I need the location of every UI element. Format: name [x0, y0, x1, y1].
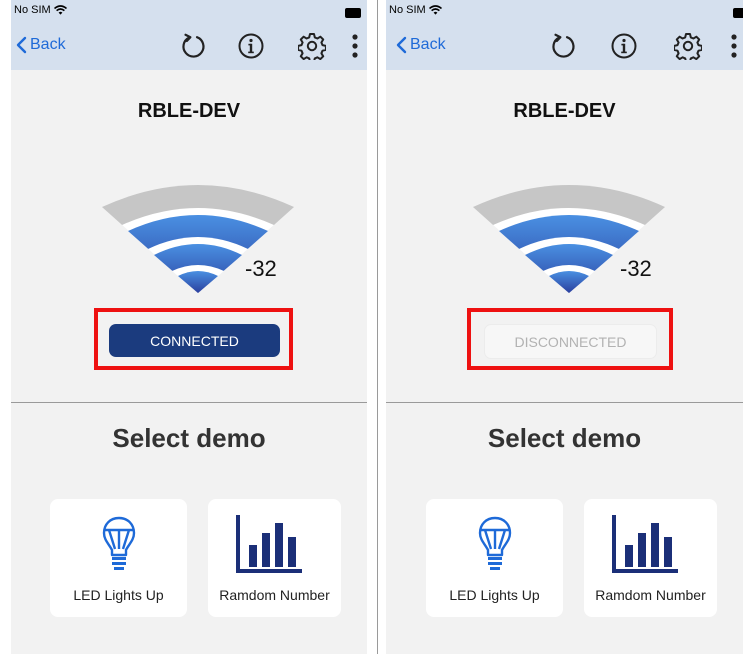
demo-card-random-number[interactable]: Ramdom Number [208, 499, 341, 617]
demo-label-led: LED Lights Up [73, 587, 164, 603]
rssi-value: -32 [620, 256, 652, 281]
chevron-left-icon [396, 36, 407, 54]
refresh-icon[interactable] [549, 32, 577, 60]
demo-card-random-number[interactable]: Ramdom Number [584, 499, 717, 617]
battery-icon [733, 8, 743, 18]
device-panel: RBLE-DEV -32 DISCONNECTED [386, 70, 743, 402]
status-bar: No SIM [386, 0, 743, 24]
nav-bar: Back [386, 24, 743, 70]
info-icon[interactable] [237, 32, 265, 60]
select-demo-title: Select demo [112, 423, 266, 453]
wifi-signal-icon [53, 5, 67, 15]
carrier-indicator: No SIM [389, 4, 442, 16]
screen-divider [377, 0, 378, 654]
demo-label-led: LED Lights Up [449, 587, 540, 603]
demo-panel: Select demo LED Lights Up Ramdom Number [11, 403, 367, 654]
connection-status-button[interactable]: DISCONNECTED [484, 324, 657, 359]
bar-chart-icon [612, 515, 678, 573]
back-button[interactable]: Back [395, 36, 446, 54]
connection-status-button[interactable]: CONNECTED [109, 324, 280, 357]
lightbulb-icon [102, 516, 136, 570]
demo-label-random-number: Ramdom Number [595, 587, 706, 603]
lightbulb-icon [478, 516, 512, 570]
phone-screen-connected: No SIM Back RBLE-DEV -32 CONNECTED Selec… [11, 0, 367, 654]
device-panel: RBLE-DEV -32 CONNECTED [11, 70, 367, 402]
demo-panel: Select demo LED Lights Up Ramdom Number [386, 403, 743, 654]
bar-chart-icon [236, 515, 302, 573]
phone-screen-disconnected: No SIM Back RBLE-DEV -32 DISCONNECTED Se… [386, 0, 743, 654]
gear-icon[interactable] [298, 32, 326, 60]
back-button[interactable]: Back [15, 36, 66, 54]
device-name: RBLE-DEV [137, 100, 241, 122]
select-demo-title: Select demo [487, 423, 642, 453]
carrier-indicator: No SIM [14, 4, 67, 16]
gear-icon[interactable] [674, 32, 702, 60]
carrier-label: No SIM [389, 4, 426, 16]
back-label: Back [30, 36, 66, 53]
demo-card-led[interactable]: LED Lights Up [50, 499, 187, 617]
demo-card-led[interactable]: LED Lights Up [426, 499, 563, 617]
chevron-left-icon [16, 36, 27, 54]
nav-bar: Back [11, 24, 367, 70]
carrier-label: No SIM [14, 4, 51, 16]
refresh-icon[interactable] [179, 32, 207, 60]
demo-label-random-number: Ramdom Number [219, 587, 330, 603]
wifi-signal-icon [428, 5, 442, 15]
battery-icon [345, 8, 361, 18]
status-bar: No SIM [11, 0, 367, 24]
more-vertical-icon[interactable] [348, 32, 362, 60]
rssi-value: -32 [245, 256, 277, 281]
more-vertical-icon[interactable] [727, 32, 741, 60]
info-icon[interactable] [610, 32, 638, 60]
back-label: Back [410, 36, 446, 53]
device-name: RBLE-DEV [513, 100, 616, 122]
